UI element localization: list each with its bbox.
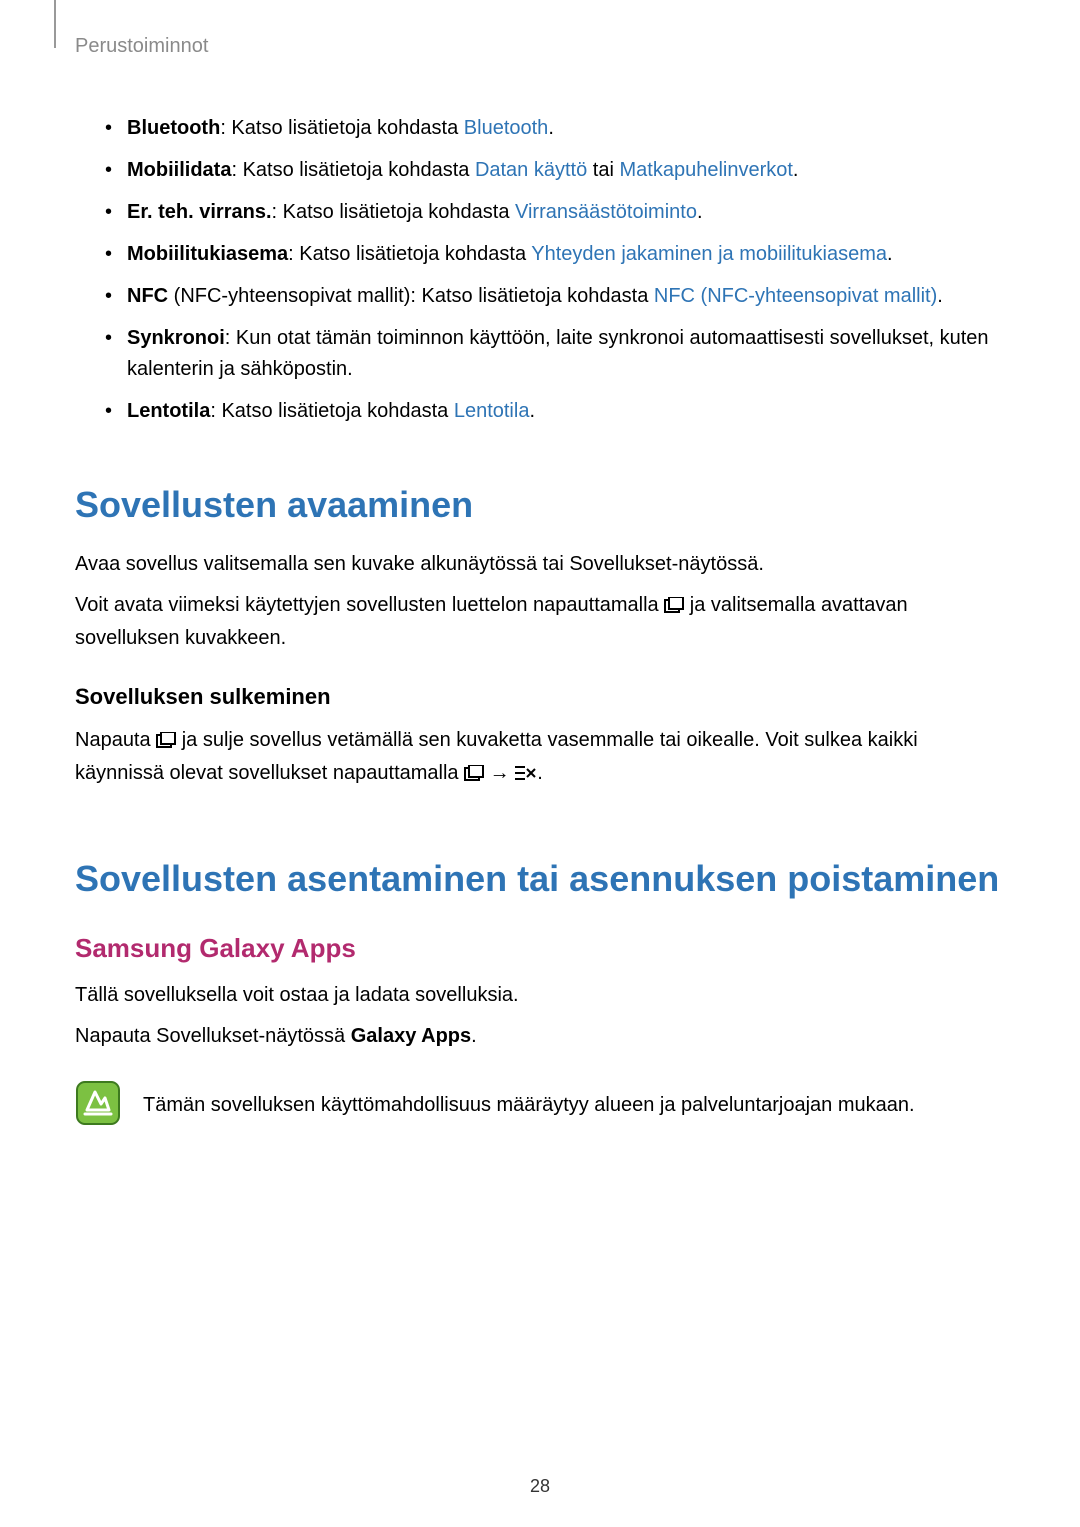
bullet-bold: NFC xyxy=(127,285,168,307)
recent-apps-icon xyxy=(464,760,484,791)
list-item: Mobiilidata: Katso lisätietoja kohdasta … xyxy=(105,155,1005,186)
heading-install-apps: Sovellusten asentaminen tai asennuksen p… xyxy=(75,856,1005,901)
list-item: Synkronoi: Kun otat tämän toiminnon käyt… xyxy=(105,323,1005,385)
bullet-text: : Katso lisätietoja kohdasta xyxy=(220,117,463,139)
document-page: Perustoiminnot Bluetooth: Katso lisätiet… xyxy=(0,0,1080,1527)
bullet-text: (NFC-yhteensopivat mallit): Katso lisäti… xyxy=(168,285,654,307)
paragraph: Avaa sovellus valitsemalla sen kuvake al… xyxy=(75,549,1005,580)
bullet-text: . xyxy=(548,117,554,139)
bullet-link[interactable]: Matkapuhelinverkot xyxy=(619,159,792,181)
bullet-link[interactable]: Virransäästötoiminto xyxy=(515,201,697,223)
bullet-text: . xyxy=(529,400,535,422)
bullet-bold: Mobiilitukiasema xyxy=(127,243,288,265)
note-text: Tämän sovelluksen käyttömahdollisuus mää… xyxy=(143,1080,915,1121)
subheading-galaxy-apps: Samsung Galaxy Apps xyxy=(75,933,1005,964)
bullet-bold: Mobiilidata xyxy=(127,159,231,181)
feature-bullet-list: Bluetooth: Katso lisätietoja kohdasta Bl… xyxy=(105,113,1005,427)
paragraph: Tällä sovelluksella voit ostaa ja ladata… xyxy=(75,980,1005,1011)
bullet-bold: Lentotila xyxy=(127,400,210,422)
bullet-text: . xyxy=(697,201,703,223)
page-number: 28 xyxy=(0,1476,1080,1497)
list-item: Mobiilitukiasema: Katso lisätietoja kohd… xyxy=(105,239,1005,270)
recent-apps-icon xyxy=(156,727,176,758)
bullet-link[interactable]: Lentotila xyxy=(454,400,530,422)
paragraph: Voit avata viimeksi käytettyjen sovellus… xyxy=(75,590,1005,654)
bullet-link[interactable]: Datan käyttö xyxy=(475,159,587,181)
close-all-icon xyxy=(515,760,537,791)
bullet-text: : Katso lisätietoja kohdasta xyxy=(288,243,531,265)
recent-apps-icon xyxy=(664,592,684,623)
breadcrumb: Perustoiminnot xyxy=(75,35,1005,58)
bullet-bold: Synkronoi xyxy=(127,327,225,349)
text: Napauta xyxy=(75,729,156,751)
bullet-text: : Katso lisätietoja kohdasta xyxy=(210,400,453,422)
text-bold: Galaxy Apps xyxy=(351,1025,471,1047)
bullet-text: . xyxy=(937,285,943,307)
list-item: Er. teh. virrans.: Katso lisätietoja koh… xyxy=(105,197,1005,228)
note-callout: Tämän sovelluksen käyttömahdollisuus mää… xyxy=(75,1080,1005,1131)
paragraph: Napauta Sovellukset-näytössä Galaxy Apps… xyxy=(75,1021,1005,1052)
note-icon xyxy=(75,1080,121,1131)
paragraph: Napauta ja sulje sovellus vetämällä sen … xyxy=(75,725,1005,791)
bullet-link[interactable]: Yhteyden jakaminen ja mobiilitukiasema xyxy=(531,243,887,265)
bullet-text: . xyxy=(793,159,799,181)
bullet-text: : Katso lisätietoja kohdasta xyxy=(272,201,515,223)
bullet-link[interactable]: Bluetooth xyxy=(464,117,549,139)
bullet-text: . xyxy=(887,243,893,265)
bullet-bold: Er. teh. virrans. xyxy=(127,201,272,223)
bullet-text: : Kun otat tämän toiminnon käyttöön, lai… xyxy=(127,327,989,380)
bullet-bold: Bluetooth xyxy=(127,117,220,139)
text: . xyxy=(471,1025,477,1047)
subheading-close-app: Sovelluksen sulkeminen xyxy=(75,684,1005,710)
bullet-text: : Katso lisätietoja kohdasta xyxy=(231,159,474,181)
bullet-link[interactable]: NFC (NFC-yhteensopivat mallit) xyxy=(654,285,937,307)
text: → xyxy=(484,762,515,784)
heading-open-apps: Sovellusten avaaminen xyxy=(75,482,1005,527)
text: . xyxy=(537,762,543,784)
list-item: NFC (NFC-yhteensopivat mallit): Katso li… xyxy=(105,281,1005,312)
side-rule xyxy=(54,0,56,48)
list-item: Bluetooth: Katso lisätietoja kohdasta Bl… xyxy=(105,113,1005,144)
list-item: Lentotila: Katso lisätietoja kohdasta Le… xyxy=(105,396,1005,427)
text: Voit avata viimeksi käytettyjen sovellus… xyxy=(75,594,664,616)
text: Napauta Sovellukset-näytössä xyxy=(75,1025,351,1047)
bullet-text: tai xyxy=(587,159,619,181)
